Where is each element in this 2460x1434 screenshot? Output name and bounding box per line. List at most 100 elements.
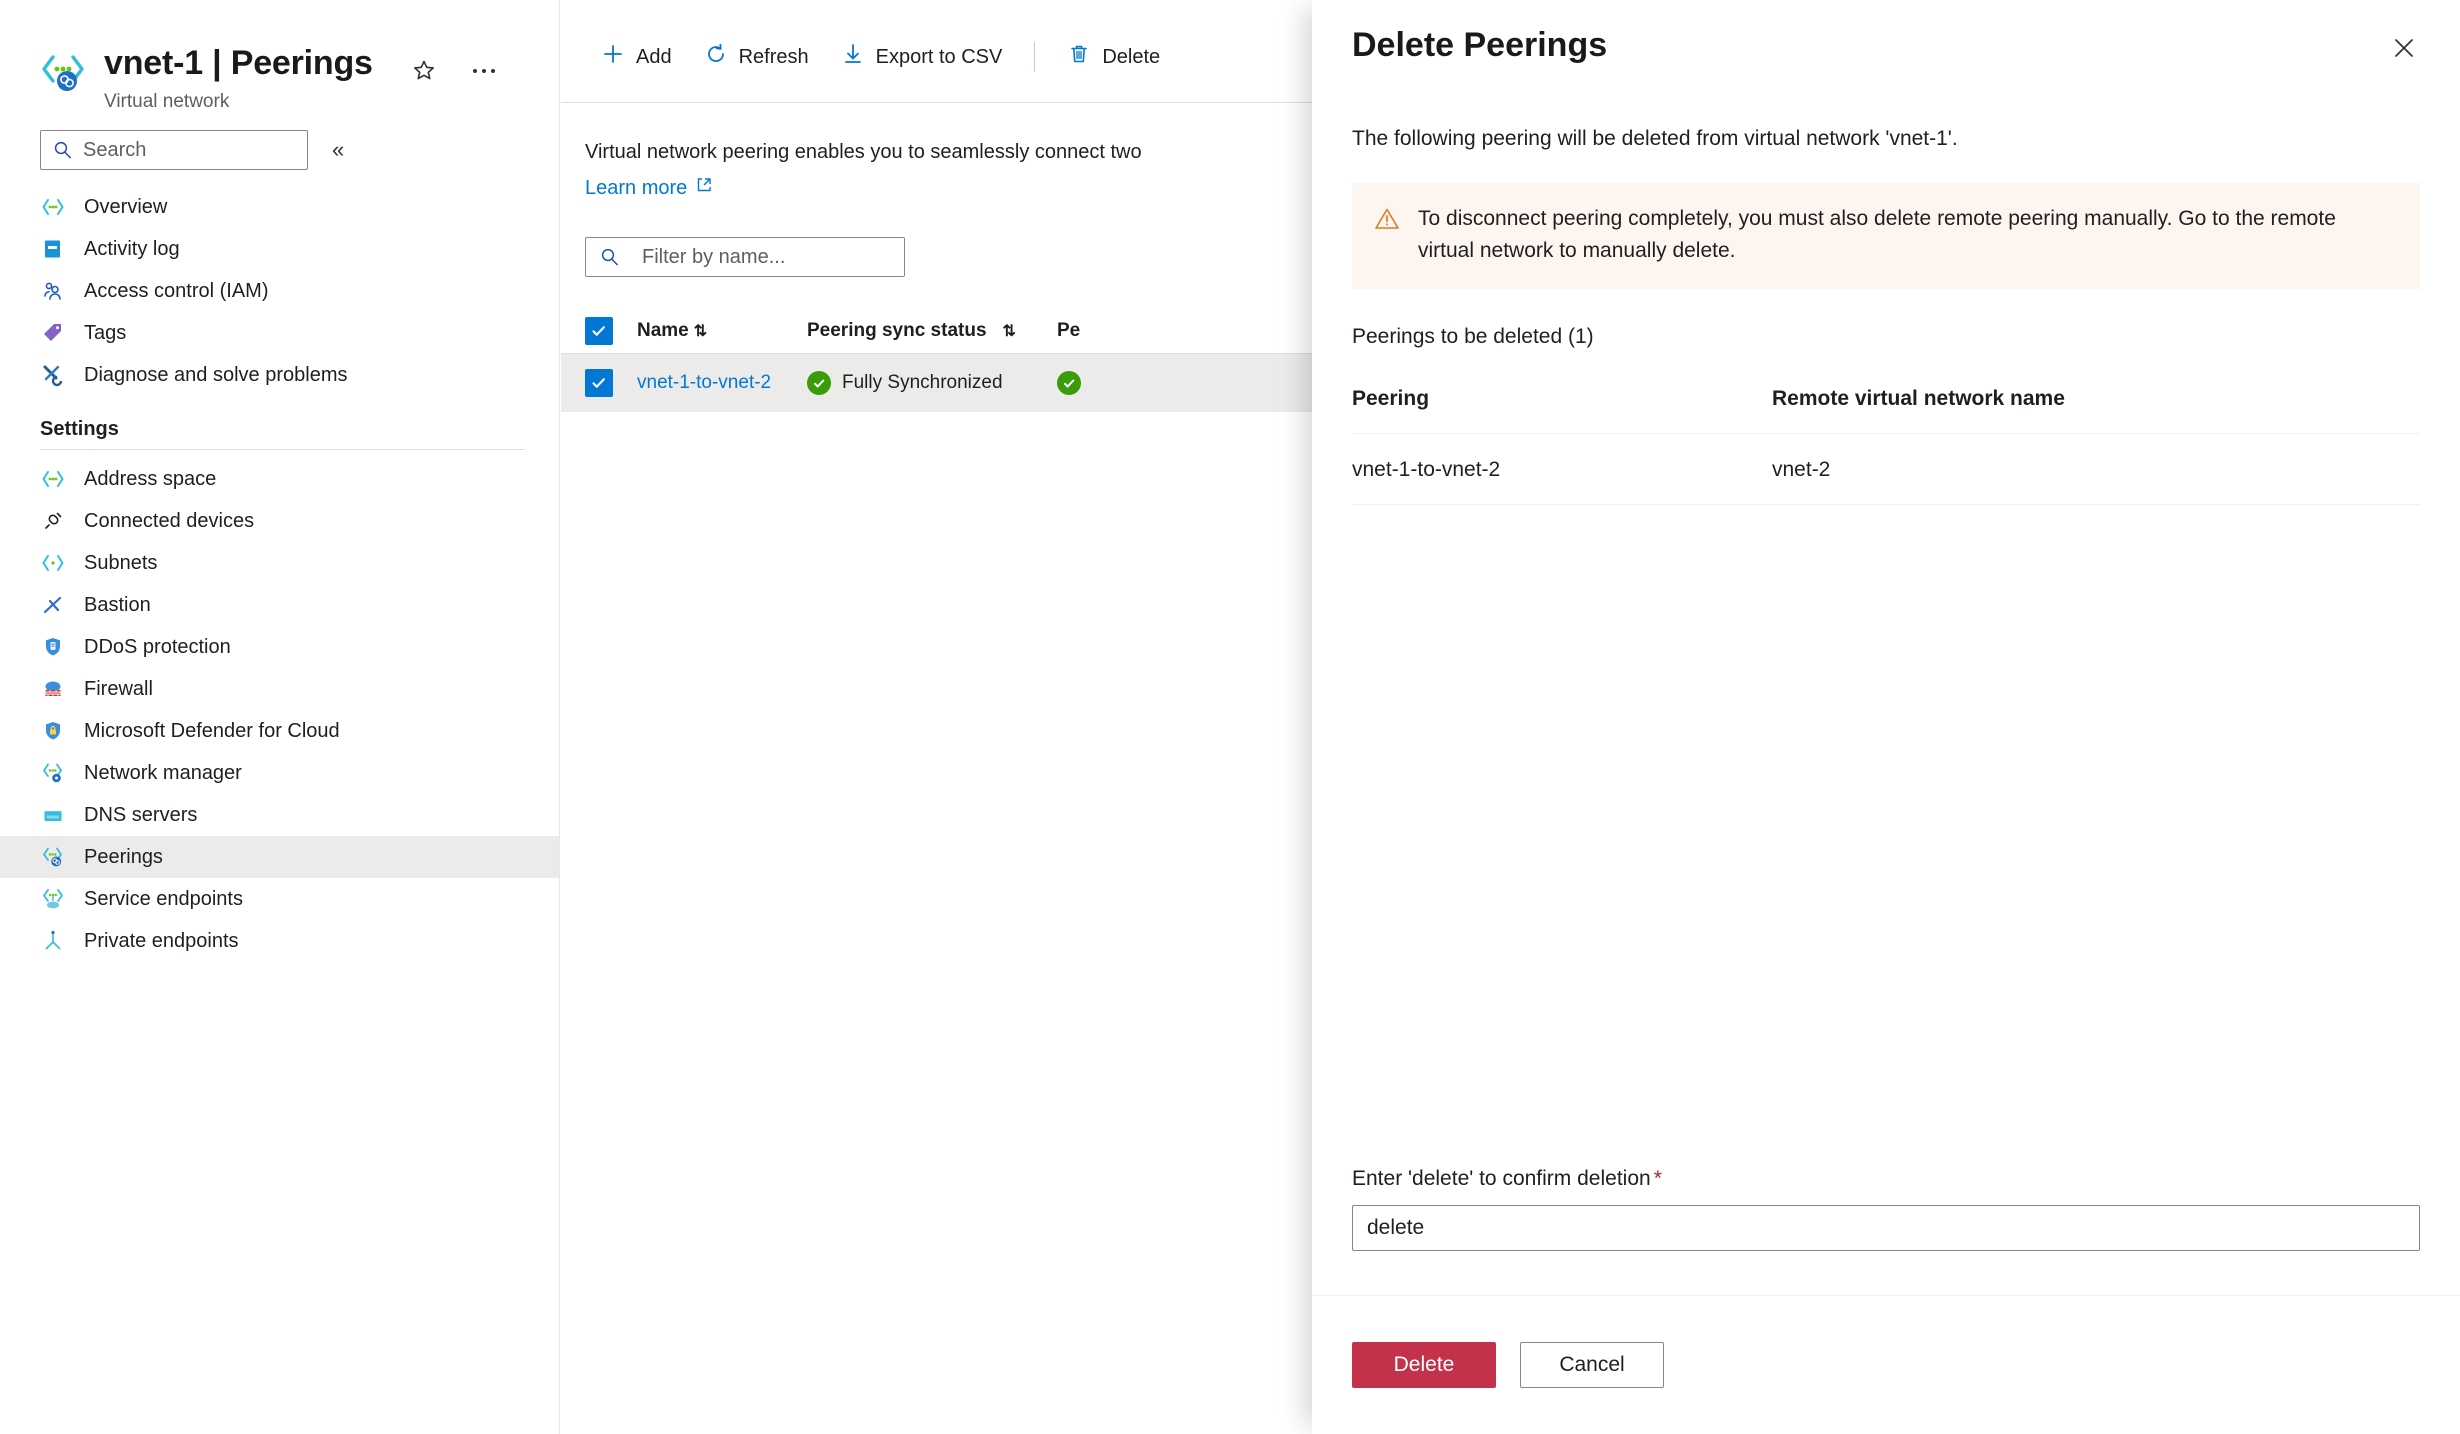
peering-sync-status-text: Fully Synchronized — [842, 372, 1003, 393]
command-toolbar: Add Refresh Export to CSV Delete — [561, 0, 1321, 90]
export-to-csv-button[interactable]: Export to CSV — [825, 34, 1019, 80]
private-endpoints-icon — [40, 928, 66, 954]
sidebar-item-diagnose[interactable]: Diagnose and solve problems — [0, 354, 559, 396]
sidebar-item-label: Peerings — [84, 845, 163, 868]
sidebar-group-settings: Settings — [40, 418, 119, 440]
resource-subtitle: Virtual network — [104, 91, 230, 112]
peering-description-text: Virtual network peering enables you to s… — [585, 141, 1142, 163]
grid-header-row: Name ⇅ Peering sync status ⇅ Pe — [561, 309, 1321, 354]
ellipsis-icon[interactable] — [467, 54, 501, 88]
column-header-name[interactable]: Name ⇅ — [637, 320, 807, 342]
required-marker: * — [1653, 1167, 1662, 1190]
peering-description: Virtual network peering enables you to s… — [561, 103, 1321, 203]
page-title: vnet-1 | Peerings — [104, 44, 373, 82]
filter-input[interactable]: Filter by name... — [585, 237, 905, 277]
sidebar-item-label: Private endpoints — [84, 929, 239, 952]
sidebar-item-overview[interactable]: Overview — [0, 186, 559, 228]
sidebar-item-network-manager[interactable]: Network manager — [0, 752, 559, 794]
warning-banner: To disconnect peering completely, you mu… — [1352, 183, 2420, 289]
peerings-to-delete-table: Peering Remote virtual network name vnet… — [1352, 387, 2420, 505]
refresh-label: Refresh — [738, 45, 809, 68]
sidebar-item-ddos-protection[interactable]: DDoS protection — [0, 626, 559, 668]
peering-sync-status-cell: Fully Synchronized — [807, 371, 1057, 395]
panel-title: Delete Peerings — [1352, 26, 1608, 64]
column-header-name-label: Name — [637, 320, 689, 341]
sidebar-item-tags[interactable]: Tags — [0, 312, 559, 354]
sidebar-search-row: Search « — [0, 114, 559, 170]
diagnose-icon — [40, 362, 66, 388]
row-checkbox[interactable] — [585, 369, 613, 397]
panel-body: The following peering will be deleted fr… — [1312, 70, 2460, 1167]
search-input[interactable]: Search — [40, 130, 308, 170]
trash-icon — [1067, 42, 1091, 72]
column-header-peering-status[interactable]: Pe — [1057, 320, 1197, 342]
sidebar-nav: Overview Activity log Access control (IA… — [0, 186, 559, 962]
address-space-icon — [40, 466, 66, 492]
add-label: Add — [636, 45, 672, 68]
table-row: vnet-1-to-vnet-2 vnet-2 — [1352, 434, 2420, 505]
sidebar-item-bastion[interactable]: Bastion — [0, 584, 559, 626]
resource-header: vnet-1 | Peerings Virtual network — [0, 0, 559, 114]
sidebar-item-label: Connected devices — [84, 509, 255, 532]
sidebar-item-peerings[interactable]: Peerings — [0, 836, 559, 878]
overview-icon — [40, 194, 66, 220]
panel-column-remote-vnet: Remote virtual network name — [1772, 387, 2065, 410]
sidebar-item-activity-log[interactable]: Activity log — [0, 228, 559, 270]
learn-more-link[interactable]: Learn more — [585, 173, 713, 203]
delete-peerings-panel: Delete Peerings The following peering wi… — [1312, 0, 2460, 1434]
panel-footer: Enter 'delete' to confirm deletion * dele… — [1312, 1167, 2460, 1434]
confirm-deletion-label: Enter 'delete' to confirm deletion * — [1312, 1167, 2460, 1191]
sort-icon: ⇅ — [693, 323, 708, 340]
close-icon[interactable] — [2382, 26, 2426, 70]
subnets-icon — [40, 550, 66, 576]
search-icon — [53, 140, 73, 160]
sidebar-divider — [40, 449, 525, 450]
defender-icon — [40, 718, 66, 744]
sidebar-item-label: Subnets — [84, 551, 158, 574]
add-button[interactable]: Add — [585, 34, 688, 80]
peering-status-cell — [1057, 371, 1197, 395]
chevron-double-left-icon[interactable]: « — [326, 133, 350, 167]
confirm-deletion-value: delete — [1367, 1216, 1425, 1239]
panel-header: Delete Peerings — [1312, 0, 2460, 70]
bastion-icon — [40, 592, 66, 618]
search-icon — [600, 247, 620, 267]
column-header-sync-status[interactable]: Peering sync status ⇅ — [807, 320, 1057, 342]
sidebar-item-label: Diagnose and solve problems — [84, 363, 348, 386]
sidebar-item-label: Tags — [84, 321, 127, 344]
sidebar-item-firewall[interactable]: Firewall — [0, 668, 559, 710]
sidebar-item-connected-devices[interactable]: Connected devices — [0, 500, 559, 542]
sidebar-item-label: Firewall — [84, 677, 153, 700]
confirm-delete-button[interactable]: Delete — [1352, 1342, 1496, 1388]
sidebar-item-address-space[interactable]: Address space — [0, 458, 559, 500]
sidebar-item-defender[interactable]: Microsoft Defender for Cloud — [0, 710, 559, 752]
sidebar-item-access-control[interactable]: Access control (IAM) — [0, 270, 559, 312]
table-row[interactable]: vnet-1-to-vnet-2 Fully Synchronized — [561, 354, 1321, 412]
sidebar-item-service-endpoints[interactable]: Service endpoints — [0, 878, 559, 920]
cancel-button[interactable]: Cancel — [1520, 1342, 1664, 1388]
select-all-checkbox[interactable] — [585, 317, 613, 345]
refresh-button[interactable]: Refresh — [688, 34, 825, 80]
learn-more-label: Learn more — [585, 177, 688, 199]
column-header-peering-label: Pe — [1057, 320, 1081, 341]
export-label: Export to CSV — [875, 45, 1003, 68]
header-actions — [407, 54, 501, 88]
svg-text:www: www — [46, 814, 59, 820]
confirm-deletion-input[interactable]: delete — [1352, 1205, 2420, 1251]
star-outline-icon[interactable] — [407, 54, 441, 88]
peering-name-link[interactable]: vnet-1-to-vnet-2 — [637, 372, 807, 394]
peerings-blade: Add Refresh Export to CSV Delete Virtual… — [561, 0, 1321, 1434]
sidebar-item-private-endpoints[interactable]: Private endpoints — [0, 920, 559, 962]
external-link-icon — [695, 173, 713, 203]
filter-placeholder: Filter by name... — [642, 245, 786, 268]
delete-button[interactable]: Delete — [1051, 34, 1176, 80]
warning-triangle-icon — [1374, 206, 1400, 267]
sidebar-item-dns-servers[interactable]: www DNS servers — [0, 794, 559, 836]
firewall-icon — [40, 676, 66, 702]
sidebar-item-label: DDoS protection — [84, 635, 231, 658]
sidebar-item-subnets[interactable]: Subnets — [0, 542, 559, 584]
panel-cell-remote-vnet: vnet-2 — [1772, 458, 1831, 481]
download-icon — [841, 42, 865, 72]
panel-column-peering: Peering — [1352, 387, 1430, 410]
sidebar-item-label: DNS servers — [84, 803, 198, 826]
